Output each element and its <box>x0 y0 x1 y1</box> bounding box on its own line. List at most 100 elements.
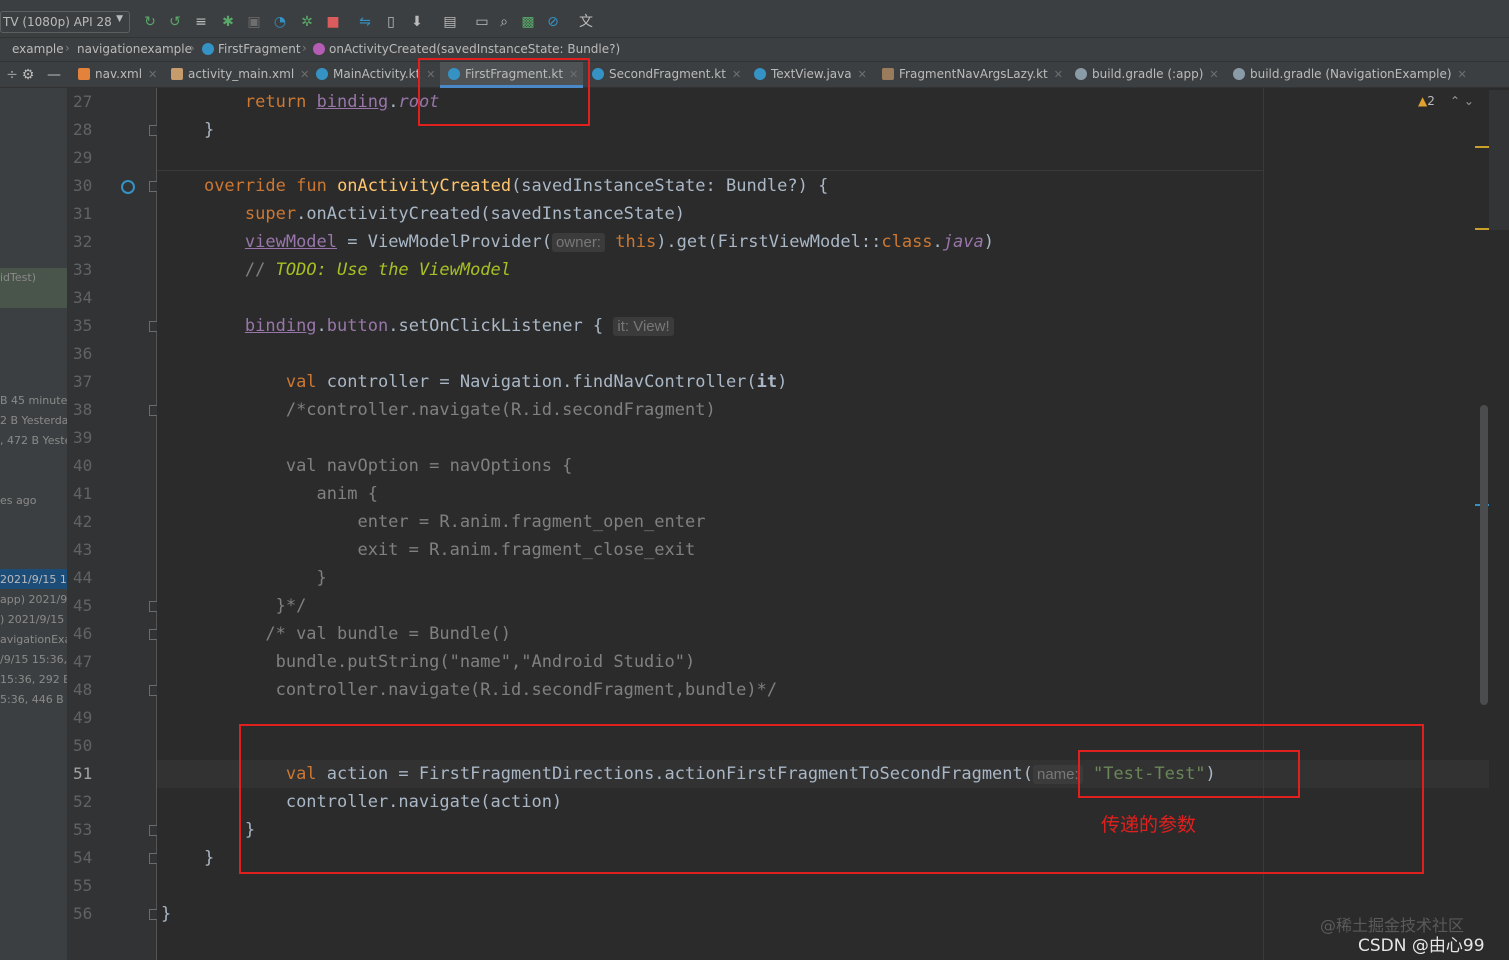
java-class-icon <box>754 68 766 80</box>
code-line-28[interactable]: } <box>163 116 214 144</box>
close-icon[interactable]: ✕ <box>1209 68 1218 81</box>
no-entry-icon[interactable]: ⊘ <box>545 14 561 30</box>
warning-icon: ▲ <box>1418 94 1428 108</box>
code-line-41[interactable]: anim { <box>163 480 378 508</box>
list-item[interactable]: 2 B Yesterday <box>0 410 67 430</box>
device-selector[interactable]: TV (1080p) API 28 ▼ <box>0 11 130 33</box>
list-item[interactable]: ) 2021/9/15 <box>0 609 67 629</box>
close-icon[interactable]: ✕ <box>1054 68 1063 81</box>
list-item[interactable]: es ago <box>0 490 67 510</box>
editor-gutter: 27 28 29 30 31 32 33 34 35 36 37 38 39 4… <box>67 88 160 960</box>
code-minimap <box>1489 90 1509 230</box>
code-line-44[interactable]: } <box>163 564 327 592</box>
code-line-48[interactable]: controller.navigate(R.id.secondFragment,… <box>163 676 778 704</box>
code-line-27[interactable]: return binding.root <box>163 88 440 116</box>
translate-icon[interactable]: 文 <box>578 14 594 30</box>
code-line-38[interactable]: /*controller.navigate(R.id.secondFragmen… <box>163 396 716 424</box>
list-item[interactable]: 5:36, 446 B <box>0 689 67 709</box>
kotlin-class-icon <box>592 68 604 80</box>
gear-icon[interactable]: ⚙ <box>20 67 36 83</box>
tab-secondfragment-kt[interactable]: SecondFragment.kt ✕ <box>592 62 741 88</box>
vertical-scrollbar[interactable] <box>1480 405 1488 705</box>
coverage-icon[interactable]: ✲ <box>299 14 315 30</box>
minimize-icon[interactable]: — <box>46 67 62 83</box>
list-item[interactable]: app) 2021/9 <box>0 589 67 609</box>
breadcrumb: example › navigationexample › FirstFragm… <box>0 38 1509 62</box>
resource-manager-icon[interactable]: ▩ <box>520 14 536 30</box>
gradle-icon <box>1075 68 1087 80</box>
tab-fragmentnavargslazy-kt[interactable]: FragmentNavArgsLazy.kt ✕ <box>882 62 1063 88</box>
avd-manager-icon[interactable]: ▯ <box>383 14 399 30</box>
sync-icon[interactable]: ⇋ <box>357 14 373 30</box>
chevron-down-icon[interactable]: ⌄ <box>1464 94 1474 108</box>
line-number: 35 <box>73 316 93 335</box>
logcat-icon[interactable]: ≡ <box>193 14 209 30</box>
code-line-33[interactable]: // TODO: Use the ViewModel <box>163 256 511 284</box>
code-line-45[interactable]: }*/ <box>163 592 307 620</box>
breadcrumb-item-package[interactable]: navigationexample <box>77 42 192 56</box>
device-label: TV (1080p) API 28 <box>3 15 112 29</box>
list-item[interactable]: avigationExa <box>0 629 67 649</box>
stop-icon[interactable]: ■ <box>325 14 341 30</box>
breadcrumb-item-example[interactable]: example <box>12 42 64 56</box>
code-line-32[interactable]: viewModel = ViewModelProvider(owner: thi… <box>163 228 994 256</box>
code-line-46[interactable]: /* val bundle = Bundle() <box>163 620 511 648</box>
tab-label: nav.xml <box>95 67 143 81</box>
tab-nav-xml[interactable]: nav.xml ✕ <box>78 62 157 88</box>
editor-tab-bar: ÷ ⚙ — nav.xml ✕ activity_main.xml ✕ MainAc… <box>0 62 1509 88</box>
split-left-icon[interactable]: ÷ <box>4 67 20 83</box>
line-number: 36 <box>73 344 93 363</box>
breadcrumb-item-method[interactable]: onActivityCreated(savedInstanceState: Bu… <box>313 42 620 56</box>
override-method-icon[interactable] <box>121 180 135 194</box>
close-icon[interactable]: ✕ <box>732 68 741 81</box>
list-item[interactable]: 2021/9/15 17 <box>0 569 67 589</box>
apply-changes-icon[interactable]: ↺ <box>167 14 183 30</box>
sdk-manager-icon[interactable]: ⬇ <box>409 14 425 30</box>
line-number: 49 <box>73 708 93 727</box>
list-item[interactable]: B 45 minutes <box>0 390 67 410</box>
code-line-35[interactable]: binding.button.setOnClickListener { it: … <box>163 312 674 340</box>
annotation-box-argument <box>1078 750 1300 798</box>
code-line-47[interactable]: bundle.putString("name","Android Studio"… <box>163 648 696 676</box>
attach-debugger-icon[interactable]: ▣ <box>246 14 262 30</box>
warning-marker[interactable] <box>1475 228 1489 230</box>
debug-icon[interactable]: ✱ <box>220 14 236 30</box>
run-config-icon[interactable]: ↻ <box>142 14 158 30</box>
code-line-40[interactable]: val navOption = navOptions { <box>163 452 573 480</box>
warning-marker[interactable] <box>1475 146 1489 148</box>
breadcrumb-item-class[interactable]: FirstFragment <box>202 42 301 56</box>
profile-icon[interactable]: ◔ <box>272 14 288 30</box>
main-toolbar: TV (1080p) API 28 ▼ ↻ ↺ ≡ ✱ ▣ ◔ ✲ ■ ⇋ ▯ … <box>0 0 1509 38</box>
inspection-widget[interactable]: ▲2 <box>1418 94 1435 108</box>
tab-build-gradle-app[interactable]: build.gradle (:app) ✕ <box>1075 62 1219 88</box>
tab-build-gradle-project[interactable]: build.gradle (NavigationExample) ✕ <box>1233 62 1467 88</box>
layout-inspector-icon[interactable]: ▭ <box>474 14 490 30</box>
line-number: 37 <box>73 372 93 391</box>
list-item[interactable]: idTest) <box>0 268 67 308</box>
close-icon[interactable]: ✕ <box>148 68 157 81</box>
list-item[interactable]: , 472 B Yeste <box>0 430 67 450</box>
code-line-54[interactable]: } <box>163 844 214 872</box>
annotation-box-tab <box>418 58 590 126</box>
chevron-up-icon[interactable]: ⌃ <box>1450 94 1460 108</box>
code-line-42[interactable]: enter = R.anim.fragment_open_enter <box>163 508 705 536</box>
tab-label: build.gradle (NavigationExample) <box>1250 67 1452 81</box>
line-number: 53 <box>73 820 93 839</box>
code-line-30[interactable]: override fun onActivityCreated(savedInst… <box>163 172 828 200</box>
close-icon[interactable]: ✕ <box>300 68 309 81</box>
search-icon[interactable]: ⌕ <box>496 14 512 30</box>
close-icon[interactable]: ✕ <box>1458 68 1467 81</box>
code-line-31[interactable]: super.onActivityCreated(savedInstanceSta… <box>163 200 685 228</box>
close-icon[interactable]: ✕ <box>858 68 867 81</box>
line-number-current: 51 <box>73 764 93 783</box>
list-item[interactable]: 15:36, 292 B <box>0 669 67 689</box>
code-line-37[interactable]: val controller = Navigation.findNavContr… <box>163 368 788 396</box>
line-number: 32 <box>73 232 93 251</box>
project-structure-icon[interactable]: ▤ <box>442 14 458 30</box>
code-line-43[interactable]: exit = R.anim.fragment_close_exit <box>163 536 695 564</box>
tab-activity-main-xml[interactable]: activity_main.xml ✕ <box>171 62 309 88</box>
code-line-56[interactable]: } <box>161 900 171 928</box>
list-item[interactable]: /9/15 15:36, <box>0 649 67 669</box>
tab-textview-java[interactable]: TextView.java ✕ <box>754 62 867 88</box>
line-number: 56 <box>73 904 93 923</box>
